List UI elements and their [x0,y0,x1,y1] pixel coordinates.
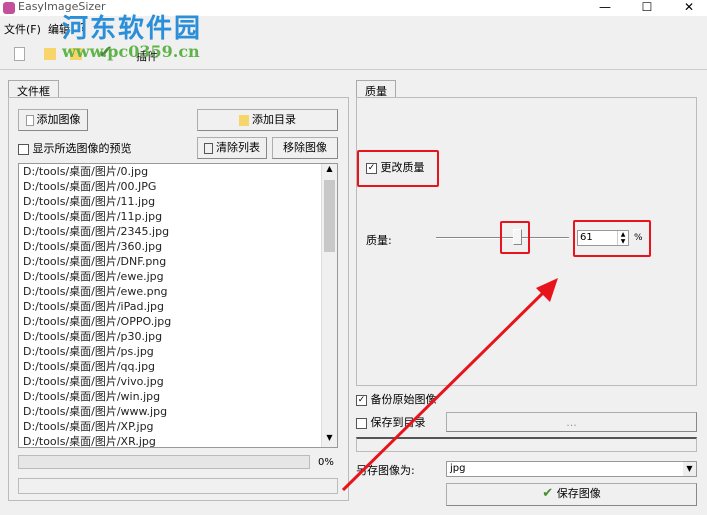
new-file-icon[interactable] [14,47,25,61]
chevron-down-icon[interactable]: ▼ [683,462,696,476]
backup-checkbox[interactable]: ✓ 备份原始图像 [356,391,437,407]
list-item[interactable]: D:/tools/桌面/图片/p30.jpg [19,329,337,344]
clear-list-button[interactable]: 清除列表 [197,137,267,159]
minimize-button[interactable]: — [590,0,620,16]
remove-image-button[interactable]: 移除图像 [272,137,338,159]
progress-bar [18,455,310,469]
menu-file[interactable]: 文件(F) [4,21,41,37]
add-folder-button[interactable]: 添加目录 [197,109,338,131]
list-item[interactable]: D:/tools/桌面/图片/iPad.jpg [19,299,337,314]
scroll-down-icon[interactable]: ▼ [322,433,337,447]
list-item[interactable]: D:/tools/桌面/图片/XP.jpg [19,419,337,434]
checkbox[interactable] [356,417,367,429]
watermark-logo: 河东软件园 [62,14,203,44]
trash-icon [204,142,213,154]
list-item[interactable]: D:/tools/桌面/图片/ewe.png [19,284,337,299]
scroll-up-icon[interactable]: ▲ [322,164,337,178]
folder-icon [239,114,249,126]
save-image-button[interactable]: ✔ 保存图像 [446,483,697,506]
app-icon [3,2,15,14]
list-item[interactable]: D:/tools/桌面/图片/win.jpg [19,389,337,404]
save-as-label: 另存图像为: [356,464,415,477]
format-select[interactable]: jpg ▼ [446,461,697,477]
list-item[interactable]: D:/tools/桌面/图片/ps.jpg [19,344,337,359]
browse-button[interactable]: ... [446,412,697,432]
highlight-box [500,221,530,254]
highlight-box [357,150,439,187]
close-button[interactable]: ✕ [674,0,704,16]
list-item[interactable]: D:/tools/桌面/图片/www.jpg [19,404,337,419]
list-item[interactable]: D:/tools/桌面/图片/2345.jpg [19,224,337,239]
watermark-url: www.pc0359.cn [62,42,200,61]
file-icon [25,114,34,126]
show-preview-checkbox[interactable]: 显示所选图像的预览 [18,140,132,156]
list-item[interactable]: D:/tools/桌面/图片/DNF.png [19,254,337,269]
list-item[interactable]: D:/tools/桌面/图片/11p.jpg [19,209,337,224]
progress-text: 0% [318,457,334,468]
list-item[interactable]: D:/tools/桌面/图片/11.jpg [19,194,337,209]
add-image-button[interactable]: 添加图像 [18,109,88,131]
folder-icon[interactable] [44,48,56,60]
check-icon: ✔ [542,486,554,501]
scroll-thumb[interactable] [324,180,335,252]
list-item[interactable]: D:/tools/桌面/图片/360.jpg [19,239,337,254]
list-scrollbar[interactable]: ▲ ▼ [321,164,337,447]
directory-field[interactable] [356,437,697,452]
list-item[interactable]: D:/tools/桌面/图片/qq.jpg [19,359,337,374]
highlight-box [573,220,651,257]
list-item[interactable]: D:/tools/桌面/图片/0.jpg [19,164,337,179]
list-item[interactable]: D:/tools/桌面/图片/vivo.jpg [19,374,337,389]
list-item[interactable]: D:/tools/桌面/图片/OPPO.jpg [19,314,337,329]
checkbox[interactable] [18,143,29,155]
list-item[interactable]: D:/tools/桌面/图片/ewe.jpg [19,269,337,284]
quality-label: 质量: [366,234,392,247]
list-item[interactable]: D:/tools/桌面/图片/XR.jpg [19,434,337,449]
maximize-button[interactable]: ☐ [632,0,662,16]
save-to-dir-checkbox[interactable]: 保存到目录 [356,414,426,430]
list-item[interactable]: D:/tools/桌面/图片/00.JPG [19,179,337,194]
checkbox[interactable]: ✓ [356,394,367,406]
file-list[interactable]: D:/tools/桌面/图片/0.jpg D:/tools/桌面/图片/00.JP… [18,163,338,448]
status-field [18,478,338,494]
